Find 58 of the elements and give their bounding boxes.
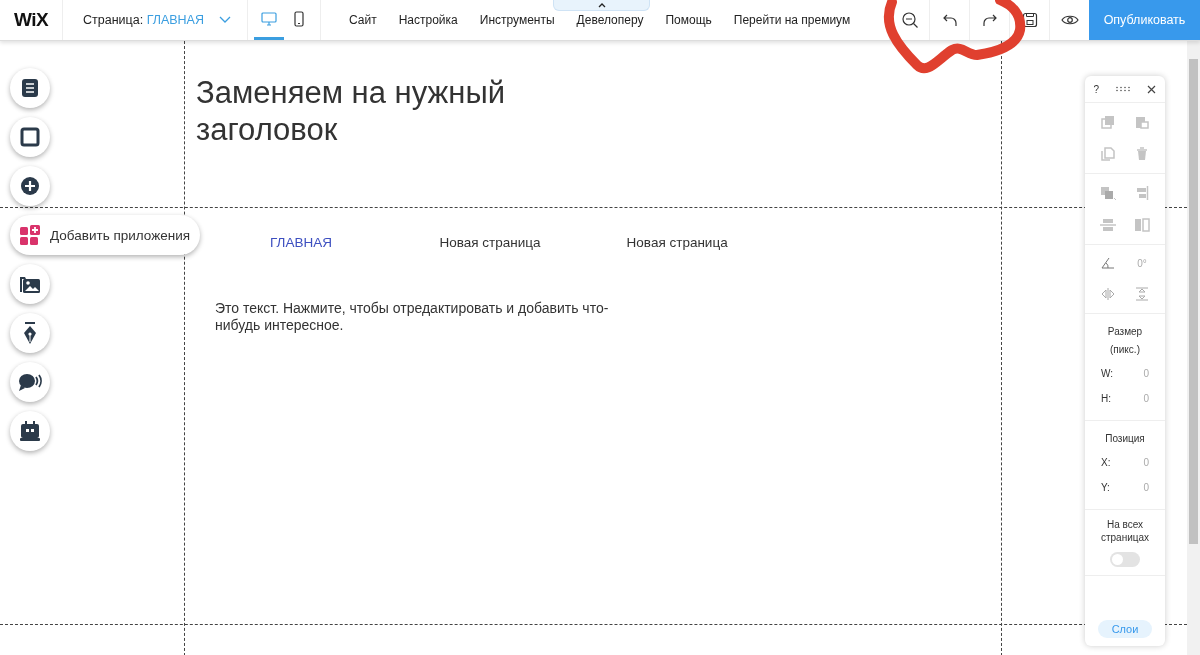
all-pages-label: На всех страницах bbox=[1099, 518, 1151, 544]
redo-icon bbox=[981, 12, 998, 28]
pen-nib-button[interactable] bbox=[10, 313, 50, 353]
site-menu-item[interactable]: Новая страница bbox=[439, 235, 627, 250]
redo-button[interactable] bbox=[969, 0, 1009, 40]
background-button[interactable] bbox=[10, 117, 50, 157]
preview-button[interactable] bbox=[1049, 0, 1089, 40]
media-button[interactable] bbox=[10, 264, 50, 304]
position-title: Позиция bbox=[1104, 433, 1146, 444]
menu-item[interactable]: Помощь bbox=[654, 13, 723, 27]
caret-up-icon bbox=[597, 2, 606, 8]
drag-handle-icon[interactable] bbox=[1116, 86, 1131, 92]
chevron-down-icon bbox=[219, 16, 231, 24]
field-label: W: bbox=[1101, 368, 1114, 379]
site-menu-item[interactable]: ГЛАВНАЯ bbox=[270, 235, 440, 250]
help-button[interactable]: ? bbox=[1093, 83, 1100, 95]
field-label: Y: bbox=[1101, 482, 1110, 493]
menu-item[interactable]: Девелоперу bbox=[565, 13, 655, 27]
apps-grid-icon bbox=[19, 224, 41, 246]
image-folder-icon bbox=[19, 274, 41, 294]
page-heading: Заменяем на нужный заголовок bbox=[196, 74, 506, 148]
collapse-handle[interactable] bbox=[553, 0, 650, 11]
zoom-out-icon bbox=[900, 11, 919, 29]
undo-button[interactable] bbox=[929, 0, 969, 40]
size-title: Размер bbox=[1106, 326, 1144, 337]
add-apps-button[interactable]: Добавить приложения bbox=[10, 215, 200, 255]
site-menu-item[interactable]: Новая страница bbox=[626, 235, 796, 250]
flip-horizontal-icon[interactable] bbox=[1101, 288, 1115, 300]
menu-item[interactable]: Настройка bbox=[387, 13, 469, 27]
monitor-icon bbox=[261, 11, 277, 26]
paragraph-text: Это текст. Нажмите, чтобы отредактировать и добавить что-нибудь интересное. bbox=[215, 300, 610, 334]
add-button[interactable] bbox=[10, 166, 50, 206]
speech-bubble-icon bbox=[18, 372, 42, 392]
field-label: X: bbox=[1101, 457, 1111, 468]
wix-logo[interactable]: WiX bbox=[0, 0, 63, 40]
menu-item[interactable]: Сайт bbox=[338, 13, 388, 27]
angle-icon[interactable] bbox=[1101, 257, 1115, 269]
page-selector[interactable]: Страница: ГЛАВНАЯ bbox=[63, 0, 248, 40]
eye-icon bbox=[1060, 14, 1079, 26]
close-icon[interactable] bbox=[1147, 84, 1157, 94]
menu-item[interactable]: Инструменты bbox=[468, 13, 566, 27]
chat-button[interactable] bbox=[10, 362, 50, 402]
phone-icon bbox=[294, 10, 304, 27]
pages-button[interactable] bbox=[10, 68, 50, 108]
arrange-icon[interactable] bbox=[1100, 186, 1116, 200]
square-icon bbox=[20, 127, 40, 147]
scrollbar[interactable] bbox=[1187, 41, 1200, 655]
field-label: H: bbox=[1101, 393, 1111, 404]
calendar-button[interactable] bbox=[10, 411, 50, 451]
undo-icon bbox=[941, 12, 958, 28]
pen-nib-icon bbox=[22, 321, 38, 345]
calendar-icon bbox=[19, 420, 41, 442]
size-unit: (пикс.) bbox=[1109, 344, 1141, 355]
menu-item[interactable]: Перейти на премиум bbox=[722, 13, 862, 27]
plus-icon bbox=[20, 176, 40, 196]
page-icon bbox=[21, 78, 39, 98]
flip-vertical-icon[interactable] bbox=[1135, 287, 1149, 301]
all-pages-toggle[interactable] bbox=[1110, 552, 1140, 567]
